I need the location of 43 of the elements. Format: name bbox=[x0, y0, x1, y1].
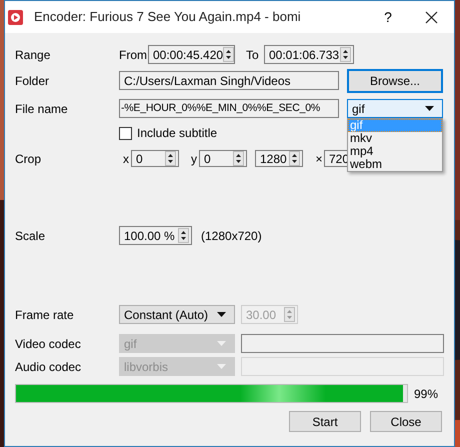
spin-box[interactable]: 100.00 % bbox=[119, 226, 192, 245]
spin-box[interactable]: 00:00:45.420 bbox=[148, 45, 235, 64]
spin-box[interactable]: 00:01:06.733 bbox=[264, 45, 354, 64]
close-icon[interactable] bbox=[425, 10, 438, 24]
help-button[interactable]: ? bbox=[365, 6, 411, 28]
field-label: Crop bbox=[15, 150, 42, 168]
field-label: Audio codec bbox=[15, 358, 82, 376]
dropdown[interactable]: Constant (Auto) bbox=[119, 305, 235, 324]
progress-percent: 99% bbox=[414, 386, 438, 402]
browse-button[interactable]: Browse... bbox=[347, 68, 443, 92]
dialog-button[interactable]: Close bbox=[370, 411, 442, 432]
spin-box[interactable]: 0 bbox=[199, 150, 247, 167]
dropdown[interactable]: gif bbox=[347, 99, 443, 118]
field-label: Video codec bbox=[15, 336, 81, 352]
spinner-icon[interactable] bbox=[340, 47, 351, 62]
spinner-icon[interactable] bbox=[178, 228, 189, 243]
scale-size-text: (1280x720) bbox=[201, 228, 262, 244]
field-label: Frame rate bbox=[15, 306, 74, 324]
field-label: Scale bbox=[15, 228, 46, 244]
spinner-icon[interactable] bbox=[233, 151, 244, 166]
field-label: To bbox=[246, 46, 260, 64]
caret-icon[interactable] bbox=[425, 106, 434, 111]
field-label: From bbox=[119, 46, 148, 64]
text-field[interactable]: -%E_HOUR_0%%E_MIN_0%%E_SEC_0% bbox=[119, 99, 339, 118]
crop-axis-label: x bbox=[122, 150, 130, 168]
crop-axis-label: × bbox=[314, 150, 324, 168]
checkbox-label: Include subtitle bbox=[137, 125, 218, 142]
field-label: Folder bbox=[15, 72, 50, 90]
text-field[interactable]: C:/Users/Laxman Singh/Videos bbox=[119, 71, 339, 90]
spin-box[interactable]: 1280 bbox=[255, 150, 303, 167]
spin-box[interactable]: 0 bbox=[131, 150, 179, 167]
dropdown-option[interactable]: mkv bbox=[348, 132, 442, 145]
spinner-icon[interactable] bbox=[165, 151, 176, 166]
dialog-button[interactable]: Start bbox=[289, 411, 361, 432]
window-title: Encoder: Furious 7 See You Again.mp4 - bomi bbox=[34, 8, 301, 26]
caret-icon[interactable] bbox=[217, 312, 226, 317]
spinner-icon[interactable] bbox=[223, 47, 234, 62]
spinner-icon[interactable] bbox=[289, 151, 300, 166]
crop-axis-label: y bbox=[190, 150, 198, 168]
app-icon bbox=[8, 10, 23, 24]
field-label: Range bbox=[15, 46, 50, 64]
field-label: File name bbox=[15, 100, 68, 118]
checkbox[interactable] bbox=[119, 126, 132, 140]
